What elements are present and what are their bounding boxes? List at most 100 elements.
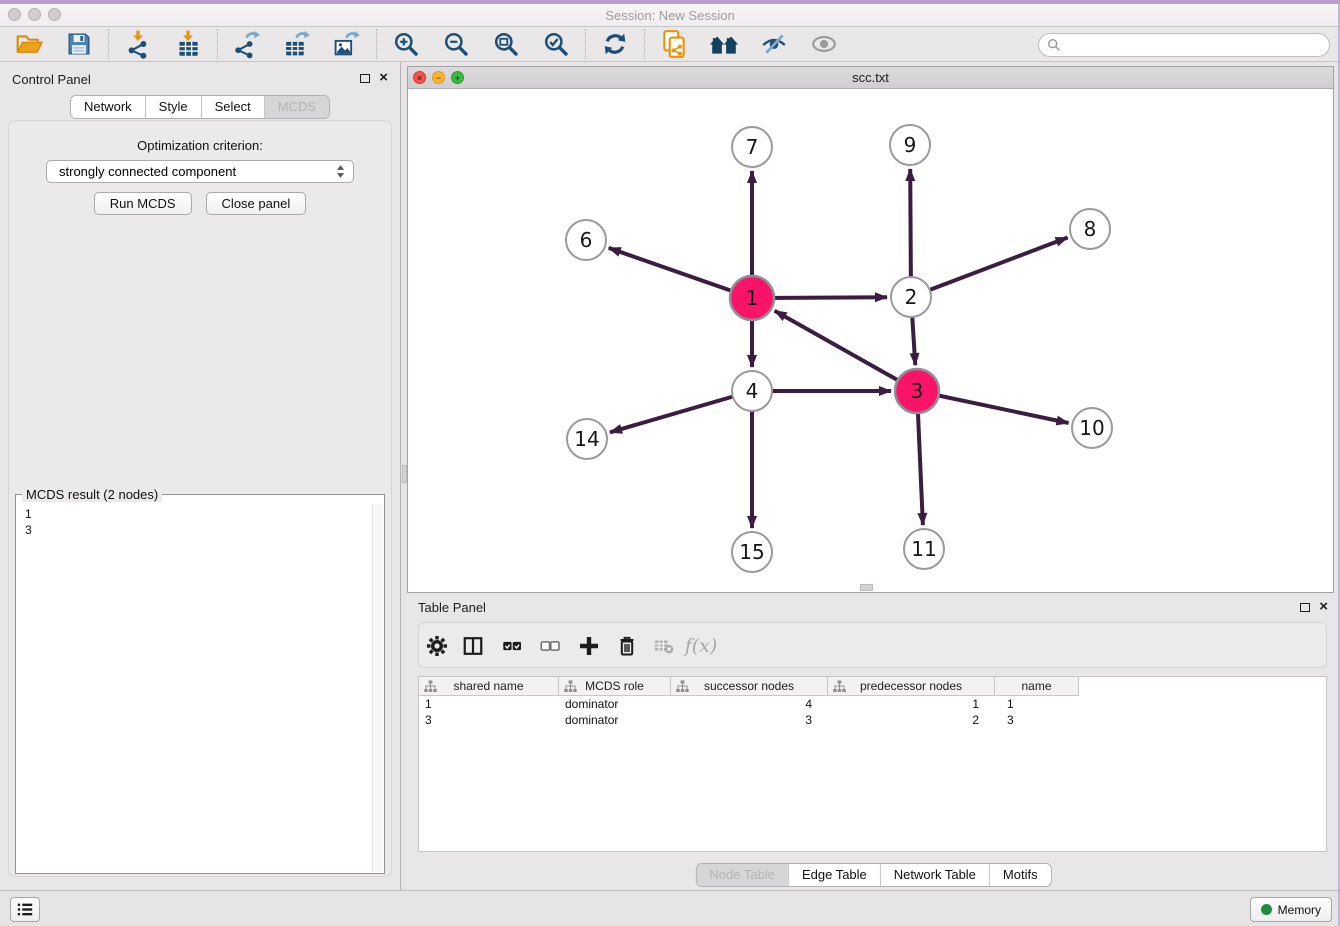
node-2[interactable]: 2	[891, 277, 931, 317]
column-header-shared-name[interactable]: shared name	[419, 677, 559, 696]
svg-text:9: 9	[904, 133, 917, 157]
column-type-icon	[564, 680, 577, 693]
memory-status-icon	[1261, 904, 1272, 915]
save-session-icon[interactable]	[62, 29, 96, 59]
show-all-networks-icon[interactable]	[707, 29, 741, 59]
tab-style[interactable]: Style	[145, 96, 201, 118]
column-header-name[interactable]: name	[995, 677, 1079, 696]
zoom-out-icon[interactable]	[439, 29, 473, 59]
open-session-icon[interactable]	[12, 29, 46, 59]
toolbar-group	[585, 29, 644, 59]
float-control-panel-icon[interactable]	[360, 74, 370, 83]
node-6[interactable]: 6	[566, 220, 606, 260]
import-table-icon[interactable]	[171, 29, 205, 59]
network-canvas[interactable]: 7 9 6 8 1 2 4 3 14 10 15 11	[408, 89, 1333, 592]
close-table-panel-icon[interactable]: ×	[1319, 598, 1328, 615]
close-control-panel-icon[interactable]: ×	[379, 69, 388, 86]
edge-4-14[interactable]	[610, 391, 752, 432]
toolbar-group	[644, 29, 853, 59]
network-resize-grip[interactable]	[860, 584, 873, 591]
table-cell[interactable]: 1	[419, 696, 559, 712]
table-row[interactable]: 3dominator323	[419, 712, 1326, 728]
function-builder-icon[interactable]: f(x)	[684, 623, 718, 669]
node-3[interactable]: 3	[895, 369, 939, 413]
node-9[interactable]: 9	[890, 125, 930, 165]
control-panel-title: Control Panel	[12, 72, 91, 87]
table-cell[interactable]: 3	[419, 712, 559, 728]
delete-column-icon[interactable]	[610, 623, 644, 669]
column-header-MCDS-role[interactable]: MCDS role	[559, 677, 671, 696]
table-row[interactable]: 1dominator411	[419, 696, 1326, 712]
node-10[interactable]: 10	[1072, 408, 1112, 448]
optimization-dropdown[interactable]: strongly connected component	[46, 160, 354, 183]
svg-text:7: 7	[746, 135, 759, 159]
add-column-icon[interactable]	[572, 623, 606, 669]
network-window: ×−+ scc.txt 7 9 6 8 1 2 4 3 14 10 15 11	[407, 66, 1334, 593]
toolbar-group	[217, 29, 376, 59]
tab-mcds[interactable]: MCDS	[264, 96, 329, 118]
table-cell[interactable]: 3	[995, 712, 1079, 728]
main-toolbar	[0, 27, 1340, 62]
svg-text:1: 1	[746, 286, 759, 310]
node-8[interactable]: 8	[1070, 209, 1110, 249]
zoom-in-icon[interactable]	[389, 29, 423, 59]
node-7[interactable]: 7	[732, 127, 772, 167]
column-settings-icon[interactable]	[420, 623, 454, 669]
tab-node-table[interactable]: Node Table	[696, 864, 788, 886]
delete-table-icon[interactable]	[647, 623, 681, 669]
table-cell[interactable]: dominator	[559, 712, 671, 728]
edge-2-8[interactable]	[911, 238, 1068, 298]
import-network-icon[interactable]	[121, 29, 155, 59]
search-input[interactable]	[1066, 38, 1321, 53]
tab-network-table[interactable]: Network Table	[880, 864, 989, 886]
table-cell[interactable]: 3	[671, 712, 828, 728]
network-window-titlebar[interactable]: ×−+ scc.txt	[408, 67, 1333, 89]
export-image-icon[interactable]	[330, 29, 364, 59]
table-panel: Table Panel × f(x) shared nameMCDS roles…	[407, 595, 1340, 890]
close-panel-button[interactable]: Close panel	[206, 192, 307, 215]
table-panel-tabs: Node TableEdge TableNetwork TableMotifs	[695, 863, 1051, 887]
column-header-successor-nodes[interactable]: successor nodes	[671, 677, 828, 696]
result-line: 1	[25, 506, 371, 522]
apply-layout-icon[interactable]	[598, 29, 632, 59]
table-cell[interactable]: 1	[995, 696, 1079, 712]
split-panel-icon[interactable]	[456, 623, 490, 669]
run-mcds-button[interactable]: Run MCDS	[94, 192, 192, 215]
tab-motifs[interactable]: Motifs	[989, 864, 1051, 886]
node-14[interactable]: 14	[567, 419, 607, 459]
hide-graphics-details-icon[interactable]	[757, 29, 791, 59]
node-11[interactable]: 11	[904, 529, 944, 569]
edge-3-1[interactable]	[775, 311, 917, 391]
memory-button[interactable]: Memory	[1250, 897, 1332, 922]
column-header-label: predecessor nodes	[860, 679, 962, 693]
task-history-button[interactable]	[10, 897, 40, 922]
mcds-result-list: 13	[17, 504, 371, 872]
node-4[interactable]: 4	[732, 371, 772, 411]
column-header-predecessor-nodes[interactable]: predecessor nodes	[828, 677, 995, 696]
table-cell[interactable]: 1	[828, 696, 995, 712]
panel-splitter[interactable]	[400, 62, 407, 890]
result-scrollbar[interactable]	[372, 504, 383, 872]
select-all-columns-icon[interactable]	[495, 623, 529, 669]
network-from-selection-icon[interactable]	[657, 29, 691, 59]
deselect-all-columns-icon[interactable]	[533, 623, 567, 669]
svg-text:2: 2	[905, 285, 918, 309]
node-1[interactable]: 1	[730, 276, 774, 320]
float-table-panel-icon[interactable]	[1300, 603, 1310, 612]
table-cell[interactable]: dominator	[559, 696, 671, 712]
table-cell[interactable]: 2	[828, 712, 995, 728]
zoom-selected-icon[interactable]	[539, 29, 573, 59]
task-list-icon	[16, 902, 34, 917]
node-15[interactable]: 15	[732, 532, 772, 572]
show-graphics-details-icon[interactable]	[807, 29, 841, 59]
tab-edge-table[interactable]: Edge Table	[788, 864, 880, 886]
table-cell[interactable]: 4	[671, 696, 828, 712]
export-table-icon[interactable]	[280, 29, 314, 59]
tab-network[interactable]: Network	[71, 96, 145, 118]
tab-select[interactable]: Select	[201, 96, 264, 118]
toolbar-group	[108, 29, 217, 59]
export-network-icon[interactable]	[230, 29, 264, 59]
zoom-fit-icon[interactable]	[489, 29, 523, 59]
search-box[interactable]	[1038, 33, 1330, 57]
application-window: Session: New Session Control Panel × Net…	[0, 0, 1340, 926]
